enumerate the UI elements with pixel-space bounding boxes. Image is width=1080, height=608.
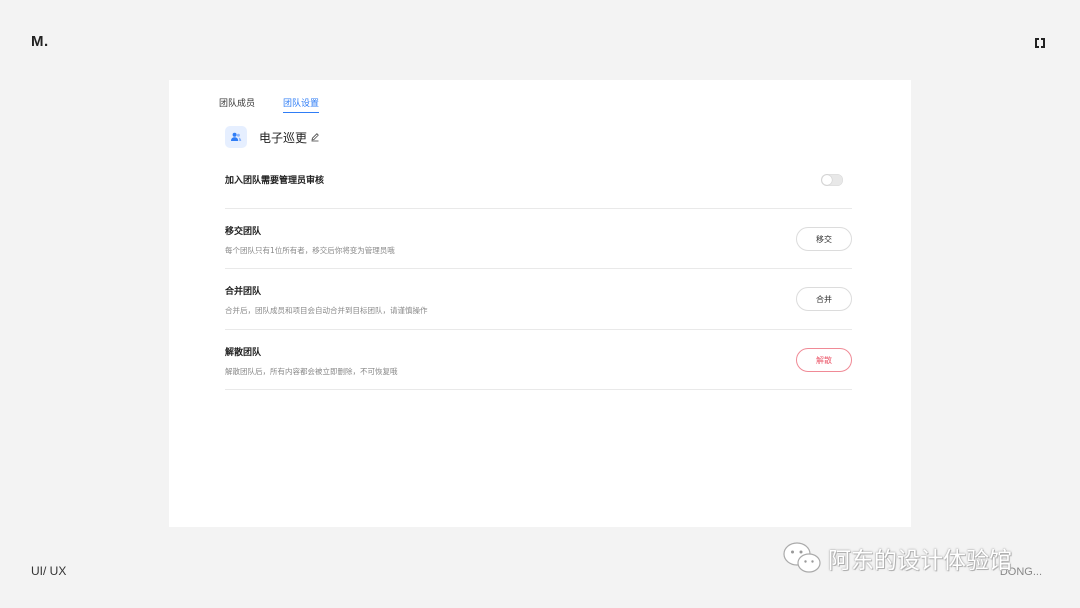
merge-button[interactable]: 合并 xyxy=(796,287,852,311)
wechat-icon xyxy=(783,542,821,573)
tab-team-settings[interactable]: 团队设置 xyxy=(283,96,320,113)
brand-logo: M. xyxy=(31,33,49,50)
pencil-icon[interactable] xyxy=(310,132,320,142)
tab-bar: 团队成员 团队设置 xyxy=(219,96,320,113)
merge-title: 合并团队 xyxy=(225,287,262,297)
transfer-desc: 每个团队只有1位所有者，移交后你将变为管理员哦 xyxy=(225,246,395,255)
merge-desc: 合并后，团队成员和项目会自动合并到目标团队，请谨慎操作 xyxy=(225,306,428,315)
tab-team-members[interactable]: 团队成员 xyxy=(219,96,255,113)
watermark: 阿东的设计体验馆 xyxy=(782,540,1012,576)
approval-toggle[interactable] xyxy=(821,174,843,186)
watermark-text: 阿东的设计体验馆 xyxy=(828,548,1012,574)
setting-row-transfer: 移交团队 每个团队只有1位所有者，移交后你将变为管理员哦 移交 xyxy=(225,224,852,269)
frame-corner-icon xyxy=(1035,38,1045,48)
team-avatar xyxy=(225,126,247,148)
setting-row-approval: 加入团队需要管理员审核 xyxy=(225,173,852,209)
dissolve-desc: 解散团队后，所有内容都会被立即删除，不可恢复哦 xyxy=(225,367,398,376)
team-settings-panel: 团队成员 团队设置 电子巡更 加入团队需要管理员审核 移交团队 每个团队只有1位… xyxy=(169,80,911,527)
setting-row-dissolve: 解散团队 解散团队后，所有内容都会被立即删除，不可恢复哦 解散 xyxy=(225,345,852,390)
users-icon xyxy=(231,132,242,141)
team-header: 电子巡更 xyxy=(225,126,320,148)
setting-row-merge: 合并团队 合并后，团队成员和项目会自动合并到目标团队，请谨慎操作 合并 xyxy=(225,284,852,330)
approval-title: 加入团队需要管理员审核 xyxy=(225,176,325,186)
transfer-button[interactable]: 移交 xyxy=(796,227,852,251)
transfer-title: 移交团队 xyxy=(225,227,262,237)
dissolve-button[interactable]: 解散 xyxy=(796,348,852,372)
footer-label: UI/ UX xyxy=(31,564,67,578)
toggle-knob xyxy=(822,175,832,185)
team-name: 电子巡更 xyxy=(259,130,308,145)
dissolve-title: 解散团队 xyxy=(225,348,262,358)
